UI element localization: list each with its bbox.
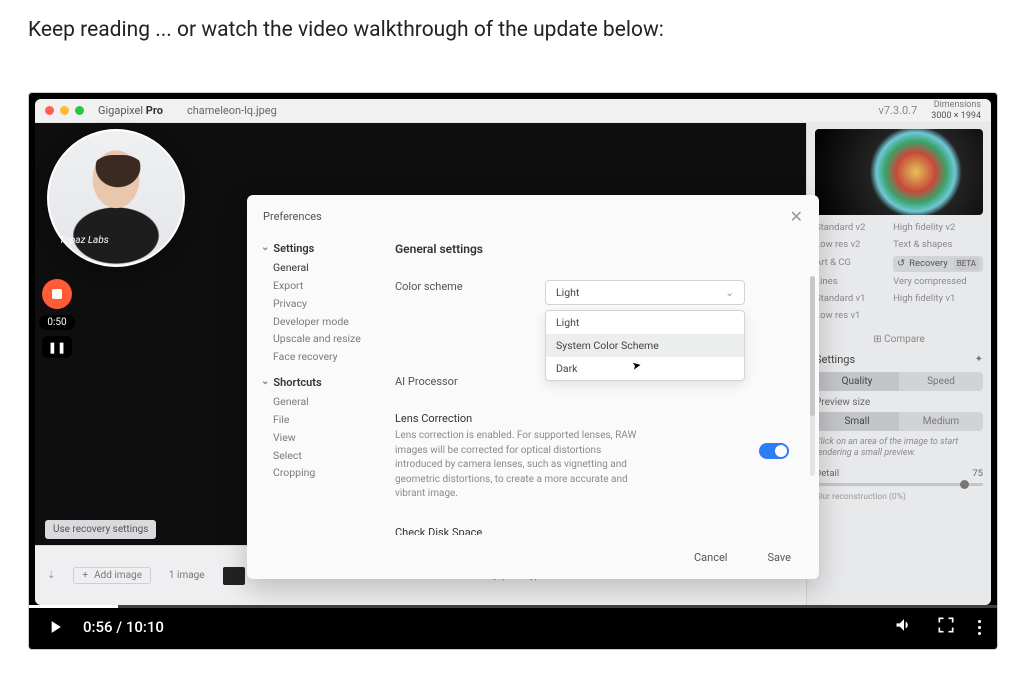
detail-slider[interactable]: [815, 483, 983, 486]
image-count: 1 image: [169, 570, 205, 581]
color-scheme-label: Color scheme: [395, 280, 545, 293]
sidebar-item-sc-general[interactable]: General: [273, 393, 375, 411]
compare-button[interactable]: ⊞ Compare: [815, 334, 983, 345]
sidebar-item-facerecovery[interactable]: Face recovery: [273, 348, 375, 366]
sidebar-item-sc-select[interactable]: Select: [273, 447, 375, 465]
video-embed[interactable]: Gigapixel Pro chameleon-lq.jpeg v7.3.0.7…: [28, 92, 998, 650]
model-option[interactable]: Art & CG: [815, 256, 887, 272]
model-option[interactable]: High fidelity v1: [893, 292, 983, 306]
preview-thumbnail[interactable]: [815, 129, 983, 215]
sidebar-item-developer[interactable]: Developer mode: [273, 313, 375, 331]
cancel-button[interactable]: Cancel: [694, 551, 727, 564]
ai-processor-label: AI Processor: [395, 375, 545, 388]
close-window-button[interactable]: [45, 106, 54, 115]
sidebar-item-privacy[interactable]: Privacy: [273, 295, 375, 313]
preview-size-toggle[interactable]: Small Medium: [815, 412, 983, 431]
zoom-window-button[interactable]: [75, 106, 84, 115]
quality-speed-toggle[interactable]: Quality Speed: [815, 372, 983, 391]
lens-correction-desc: Lens correction is enabled. For supporte…: [395, 429, 645, 502]
model-grid[interactable]: Standard v2 High fidelity v2 Low res v2 …: [815, 221, 983, 324]
close-icon[interactable]: ✕: [790, 207, 803, 226]
dropdown-option[interactable]: Light: [546, 311, 744, 334]
fullscreen-icon[interactable]: [936, 615, 956, 639]
model-option[interactable]: Very compressed: [893, 275, 983, 289]
preview-hint: Click on an area of the image to start r…: [815, 437, 983, 460]
presenter-label: Topaz Labs: [59, 235, 109, 246]
model-option[interactable]: Low res v1: [815, 309, 887, 323]
stop-recording-button[interactable]: [42, 279, 72, 309]
more-menu-icon[interactable]: [978, 620, 981, 635]
model-option-selected[interactable]: ↺ RecoveryBETA: [893, 256, 983, 272]
vertical-scrollbar[interactable]: [810, 276, 815, 476]
sidebar-item-upscale[interactable]: Upscale and resize: [273, 330, 375, 348]
color-scheme-dropdown[interactable]: Light System Color Scheme Dark ➤: [545, 310, 745, 381]
cursor-icon: ➤: [631, 358, 642, 372]
model-option[interactable]: Low res v2: [815, 238, 887, 252]
disk-space-toggle[interactable]: [759, 535, 789, 536]
playback-time: 0:56 / 10:10: [83, 618, 164, 636]
sidebar-group-settings[interactable]: Settings: [261, 242, 375, 255]
dropdown-option[interactable]: Dark: [546, 357, 744, 380]
detail-value: 75: [972, 468, 983, 479]
section-heading: General settings: [395, 242, 801, 256]
app-name: Gigapixel Pro: [98, 104, 163, 117]
recording-time: 0:50: [39, 315, 75, 330]
blur-reconstruction-label: Blur reconstruction (0%): [815, 492, 983, 502]
model-option[interactable]: Standard v1: [815, 292, 887, 306]
recovery-settings-tag[interactable]: Use recovery settings: [45, 520, 156, 539]
lead-text: Keep reading ... or watch the video walk…: [28, 18, 996, 42]
settings-heading: Settings: [815, 353, 855, 366]
sidebar-item-general[interactable]: General: [273, 259, 375, 277]
video-player-bar[interactable]: 0:56 / 10:10: [29, 605, 997, 649]
model-option[interactable]: Lines: [815, 275, 887, 289]
thumbnail[interactable]: [223, 567, 245, 585]
progress-bar[interactable]: [29, 605, 997, 608]
sidebar-item-sc-file[interactable]: File: [273, 411, 375, 429]
chevron-down-icon: ⌄: [725, 286, 734, 299]
open-filename: chameleon-lq.jpeg: [187, 104, 277, 117]
dropdown-option[interactable]: System Color Scheme: [546, 334, 744, 357]
side-panel: Standard v2 High fidelity v2 Low res v2 …: [806, 123, 991, 605]
add-image-button[interactable]: + Add image: [73, 567, 151, 584]
dialog-sidebar: Settings General Export Privacy Develope…: [247, 234, 389, 535]
window-titlebar: Gigapixel Pro chameleon-lq.jpeg v7.3.0.7…: [35, 99, 991, 123]
model-option[interactable]: High fidelity v2: [893, 221, 983, 235]
play-button[interactable]: [45, 617, 65, 637]
preferences-dialog: Preferences ✕ Settings General Export Pr…: [247, 195, 819, 579]
sidebar-item-export[interactable]: Export: [273, 277, 375, 295]
app-version: v7.3.0.7: [879, 104, 918, 117]
lens-correction-toggle[interactable]: [759, 443, 789, 459]
sidebar-item-sc-cropping[interactable]: Cropping: [273, 464, 375, 482]
disk-space-title: Check Disk Space: [395, 526, 645, 536]
traffic-lights[interactable]: [45, 106, 84, 115]
presenter-facecam: [47, 129, 185, 267]
dimensions-readout: Dimensions 3000 × 1994: [931, 100, 981, 122]
color-scheme-select[interactable]: Light ⌄ Light System Color Scheme Dark ➤: [545, 280, 801, 305]
recording-controls: 0:50 ❚❚: [39, 279, 75, 358]
bolt-icon[interactable]: ✦: [975, 354, 983, 365]
lens-correction-title: Lens Correction: [395, 412, 645, 425]
model-option[interactable]: Standard v2: [815, 221, 887, 235]
save-button[interactable]: Save: [767, 551, 791, 564]
model-option[interactable]: Text & shapes: [893, 238, 983, 252]
sidebar-group-shortcuts[interactable]: Shortcuts: [261, 376, 375, 389]
minimize-window-button[interactable]: [60, 106, 69, 115]
sidebar-item-sc-view[interactable]: View: [273, 429, 375, 447]
volume-icon[interactable]: [894, 615, 914, 639]
dialog-title: Preferences: [263, 210, 322, 223]
preview-size-label: Preview size: [815, 397, 983, 408]
pause-recording-button[interactable]: ❚❚: [42, 336, 72, 358]
